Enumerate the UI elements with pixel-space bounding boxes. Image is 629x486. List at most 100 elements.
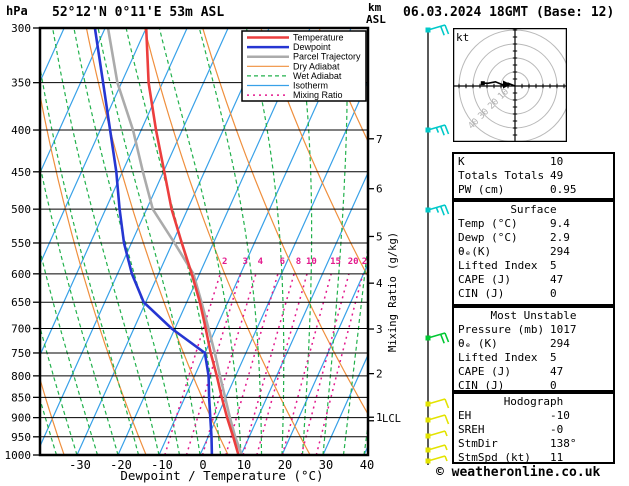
stat-label: Lifted Index [458, 259, 538, 272]
stat-label: θₑ (K) [458, 337, 498, 350]
stat-row: θₑ (K) 294 [454, 337, 613, 351]
mixing-ratio-label: 10 [306, 257, 317, 267]
wind-barb [425, 430, 448, 439]
stat-table-title: Hodograph [503, 395, 564, 408]
pressure-tick-label: 600 [11, 268, 31, 281]
pressure-tick-label: 1000 [5, 449, 32, 462]
stat-value: 2.9 [550, 231, 570, 244]
stat-value: 294 [550, 245, 570, 258]
stat-row: Lifted Index 5 [454, 351, 613, 365]
legend-label: Isotherm [293, 81, 328, 91]
legend-label: Mixing Ratio [293, 90, 343, 100]
stat-row: CIN (J) 0 [454, 379, 613, 393]
stat-value: 47 [550, 365, 564, 378]
stat-value: 47 [550, 273, 564, 286]
legend-label: Dewpoint [293, 42, 331, 52]
stat-label: SREH [458, 423, 485, 436]
hodograph-unit-label: kt [456, 31, 470, 44]
pressure-tick-label: 850 [11, 391, 31, 404]
stat-value: 10 [550, 155, 564, 168]
wind-barbs [425, 24, 450, 465]
stat-row: CAPE (J) 47 [454, 365, 613, 379]
pressure-tick-label: 800 [11, 370, 31, 383]
mixing-ratio-label: 15 [330, 257, 341, 267]
wind-barb [425, 204, 450, 216]
pressure-tick-label: 500 [11, 203, 31, 216]
chart-legend: TemperatureDewpointParcel TrajectoryDry … [241, 30, 367, 102]
legend-label: Dry Adiabat [293, 61, 340, 71]
stat-value: 0 [550, 287, 557, 300]
mixing-ratio-label: 4 [258, 257, 264, 267]
stat-label: CIN (J) [458, 287, 505, 300]
stat-value: 49 [550, 169, 564, 182]
stat-value: 138° [550, 437, 577, 450]
stat-label: CAPE (J) [458, 273, 511, 286]
altitude-ticks: 7654321 [368, 133, 383, 424]
stat-row: StmSpd (kt) 11 [454, 451, 613, 465]
stat-row: CIN (J) 0 [454, 287, 613, 301]
stat-label: Lifted Index [458, 351, 538, 364]
mixing-ratio-label: 3 [242, 257, 247, 267]
pressure-tick-label: 650 [11, 296, 31, 309]
mixing-ratio-labels: 2 3 4 6 8 10 15 20 25 [222, 257, 368, 267]
stat-value: 5 [550, 259, 557, 272]
altitude-tick-label: 5 [376, 230, 383, 243]
wind-barb [425, 444, 448, 453]
stat-value: -0 [550, 423, 564, 436]
stat-row: CAPE (J) 47 [454, 273, 613, 287]
wind-barb [425, 24, 450, 36]
stat-row: θₑ(K) 294 [454, 245, 613, 259]
stat-table-most-unstable: Most Unstable Pressure (mb) 1017 θₑ (K) 294 L… [452, 306, 615, 392]
stat-table-title: Surface [510, 203, 557, 216]
stat-value: -10 [550, 409, 570, 422]
stat-value: 1017 [550, 323, 577, 336]
station-title: 52°12'N 0°11'E 53m ASL [52, 5, 225, 20]
altitude-tick-label: 6 [376, 183, 383, 196]
altitude-tick-label: 4 [376, 277, 383, 290]
altitude-tick-label: 2 [376, 368, 383, 381]
stat-value: 11 [550, 451, 564, 464]
stat-value: 0 [550, 379, 557, 392]
mixing-ratio-label: 2 [222, 257, 227, 267]
stat-label: StmSpd (kt) [458, 451, 531, 464]
pressure-tick-label: 950 [11, 431, 31, 444]
stat-table-title: Most Unstable [490, 309, 577, 322]
stat-row: Dewp (°C) 2.9 [454, 231, 613, 245]
stat-label: CIN (J) [458, 379, 505, 392]
stat-row: K 10 [454, 155, 613, 169]
skewt-page: 2 3 4 6 8 10 15 20 25 Temperature Dewpoint Parcel T… [0, 0, 629, 486]
stat-row: StmDir 138° [454, 437, 613, 451]
pressure-unit-label: hPa [6, 4, 28, 18]
copyright: © weatheronline.co.uk [436, 465, 601, 480]
stat-row: Temp (°C) 9.4 [454, 217, 613, 231]
stat-label: Pressure (mb) [458, 323, 545, 336]
altitude-tick-label: 7 [376, 133, 383, 146]
pressure-tick-label: 700 [11, 323, 31, 336]
wind-barb [425, 332, 450, 344]
wind-barb [425, 398, 450, 409]
stat-label: PW (cm) [458, 183, 505, 196]
stat-row: EH -10 [454, 409, 613, 423]
pressure-tick-label: 300 [11, 22, 31, 35]
pressure-tick-label: 900 [11, 412, 31, 425]
run-datetime: 06.03.2024 18GMT (Base: 12) [403, 5, 615, 20]
mixing-ratio-label: 6 [280, 257, 285, 267]
stat-label: θₑ(K) [458, 245, 492, 258]
lcl-label: LCL [382, 413, 401, 425]
pressure-tick-label: 350 [11, 77, 31, 90]
stat-value: 9.4 [550, 217, 570, 230]
wind-barb [425, 124, 450, 136]
stat-value: 294 [550, 337, 570, 350]
legend-label: Wet Adiabat [293, 71, 342, 81]
stat-label: Temp (°C) [458, 217, 518, 230]
stat-label: EH [458, 409, 472, 422]
stat-value: 5 [550, 351, 557, 364]
stat-row: Lifted Index 5 [454, 259, 613, 273]
asl-axis-unit: ASL [366, 13, 386, 26]
pressure-tick-label: 400 [11, 124, 31, 137]
stat-row: Pressure (mb) 1017 [454, 323, 613, 337]
stat-table-indices: K 10 Totals Totals 49 PW (cm) 0.95 [452, 152, 615, 200]
stat-row: Totals Totals 49 [454, 169, 613, 183]
stat-label: K [458, 155, 465, 168]
legend-label: Parcel Trajectory [293, 52, 361, 62]
